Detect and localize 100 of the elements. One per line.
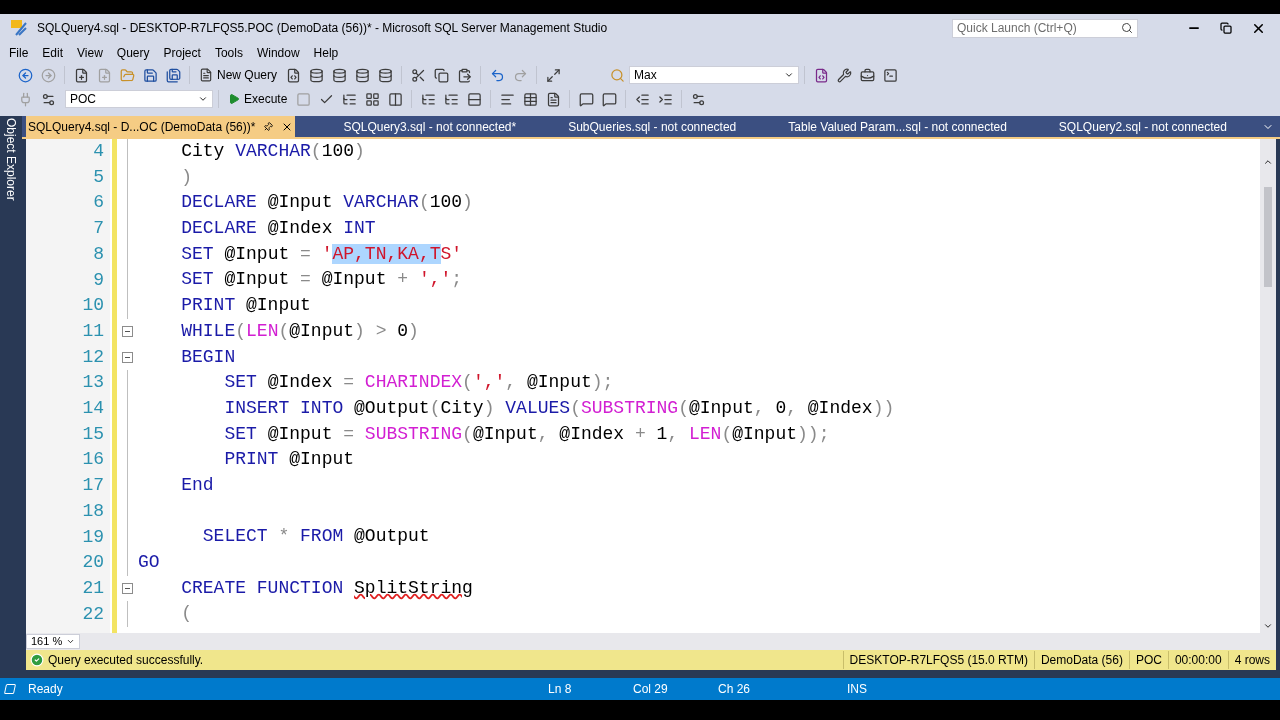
outdent-icon[interactable] (634, 91, 650, 107)
grid-icon[interactable] (364, 91, 380, 107)
fold-toggle[interactable] (121, 351, 133, 363)
result-info: DESKTOP-R7LFQS5 (15.0 RTM) (842, 651, 1034, 669)
caret-icon (66, 637, 75, 646)
file-code-icon[interactable] (813, 67, 829, 83)
menu-item[interactable]: View (70, 43, 110, 62)
line-number: 14 (82, 397, 104, 421)
database-icon[interactable] (377, 67, 393, 83)
success-icon (30, 653, 44, 667)
database-icon[interactable] (308, 67, 324, 83)
result-info: 00:00:00 (1167, 651, 1228, 669)
table-icon[interactable] (522, 91, 538, 107)
code-line: PRINT @Input (180, 294, 311, 318)
line-number: 7 (93, 217, 104, 241)
search-icon[interactable] (1121, 22, 1133, 34)
code-line: ) (180, 165, 192, 189)
pin-icon[interactable] (261, 119, 276, 134)
document-tab[interactable]: SQLQuery4.sql - D...OC (DemoData (56))* (26, 116, 296, 137)
database-icon[interactable] (331, 67, 347, 83)
line-number: 20 (82, 551, 104, 575)
comment-icon[interactable] (578, 91, 594, 107)
restore-icon[interactable] (1220, 22, 1232, 34)
rows-icon[interactable] (466, 91, 482, 107)
dropdown[interactable]: Max (629, 66, 800, 84)
vertical-scrollbar[interactable] (1260, 139, 1276, 633)
dropdown[interactable]: POC (65, 90, 213, 108)
line-number: 9 (93, 268, 104, 292)
tree-icon[interactable] (420, 91, 436, 107)
line-number: 10 (82, 294, 104, 318)
line-number: 11 (82, 319, 104, 343)
scrollbar-thumb[interactable] (1264, 187, 1272, 287)
column-indicator: Col 29 (633, 681, 669, 698)
execute-button[interactable]: Execute (224, 88, 292, 110)
code-line: DECLARE @Input VARCHAR(100) (180, 191, 473, 215)
code-line: WHILE(LEN(@Input) > 0) (180, 319, 419, 343)
char-indicator: Ch 26 (718, 681, 752, 698)
quick-launch-field[interactable]: Quick Launch (Ctrl+Q) (952, 18, 1138, 38)
document-tab[interactable]: SQLQuery2.sql - not connected (1054, 116, 1231, 137)
scroll-up-icon[interactable] (1263, 157, 1273, 167)
result-message: Query executed successfully. (48, 652, 204, 669)
line-indicator: Ln 8 (548, 681, 573, 698)
menu-item[interactable]: Window (249, 43, 307, 62)
side-tab[interactable]: Object Explorer (0, 118, 24, 201)
new-file-icon[interactable] (73, 67, 89, 83)
code-line: PRINT @Input (223, 448, 355, 472)
document-icon[interactable] (545, 91, 561, 107)
zoom-dropdown[interactable]: 161 % (26, 634, 80, 649)
save-all-icon[interactable] (165, 67, 181, 83)
text-icon[interactable] (499, 91, 515, 107)
code-line: BEGIN (180, 345, 236, 369)
menu-item[interactable]: Edit (35, 43, 71, 62)
indent-icon[interactable] (657, 91, 673, 107)
line-number: 5 (93, 165, 104, 189)
copy-icon[interactable] (433, 67, 449, 83)
fold-toggle[interactable] (121, 583, 133, 595)
fold-toggle[interactable] (121, 326, 133, 338)
toolbox-icon[interactable] (859, 67, 875, 83)
sliders-icon[interactable] (40, 91, 56, 107)
menu-item[interactable]: Query (109, 43, 157, 62)
wrench-icon[interactable] (836, 67, 852, 83)
new-query-button[interactable]: New Query (195, 64, 282, 86)
code-line: SELECT * FROM @Output (201, 525, 430, 549)
document-tab[interactable]: Table Valued Param...sql - not connected (784, 116, 1011, 137)
save-icon[interactable] (142, 67, 158, 83)
code-line: INSERT INTO @Output(City) VALUES(SUBSTRING(@Input, 0, @Index)) (223, 396, 895, 420)
terminal-icon[interactable] (882, 67, 898, 83)
undo-icon[interactable] (489, 67, 505, 83)
database-icon[interactable] (354, 67, 370, 83)
tree-icon[interactable] (443, 91, 459, 107)
menu-item[interactable]: Tools (207, 43, 250, 62)
code-line: SET @Input = @Input + ','; (180, 268, 463, 292)
code-line: DECLARE @Index INT (180, 217, 376, 241)
expand-icon[interactable] (545, 67, 561, 83)
file-code-icon[interactable] (285, 67, 301, 83)
cut-icon[interactable] (410, 67, 426, 83)
document-tab[interactable]: SQLQuery3.sql - not connected* (339, 116, 521, 137)
menu-item[interactable]: Help (306, 43, 346, 62)
menu-item[interactable]: File (2, 43, 36, 62)
line-number: 17 (82, 474, 104, 498)
sliders-icon[interactable] (690, 91, 706, 107)
line-number: 21 (82, 576, 104, 600)
status-text: Ready (28, 681, 64, 698)
line-number: 22 (82, 602, 104, 626)
line-number: 4 (93, 140, 104, 163)
scroll-down-icon[interactable] (1263, 621, 1273, 631)
document-tab[interactable]: SubQueries.sql - not connected (564, 116, 741, 137)
code-line: SET @Index = CHARINDEX(',', @Input); (223, 371, 614, 395)
line-number: 12 (82, 345, 104, 369)
tree-icon[interactable] (341, 91, 357, 107)
line-number: 13 (82, 371, 104, 395)
back-icon[interactable] (17, 67, 33, 83)
line-number: 19 (82, 525, 104, 549)
result-info: 4 rows (1227, 651, 1276, 669)
comment-icon[interactable] (601, 91, 617, 107)
columns-icon[interactable] (387, 91, 403, 107)
menu-item[interactable]: Project (156, 43, 208, 62)
paste-icon[interactable] (456, 67, 472, 83)
status-icon (2, 683, 18, 695)
line-number: 16 (82, 448, 104, 472)
